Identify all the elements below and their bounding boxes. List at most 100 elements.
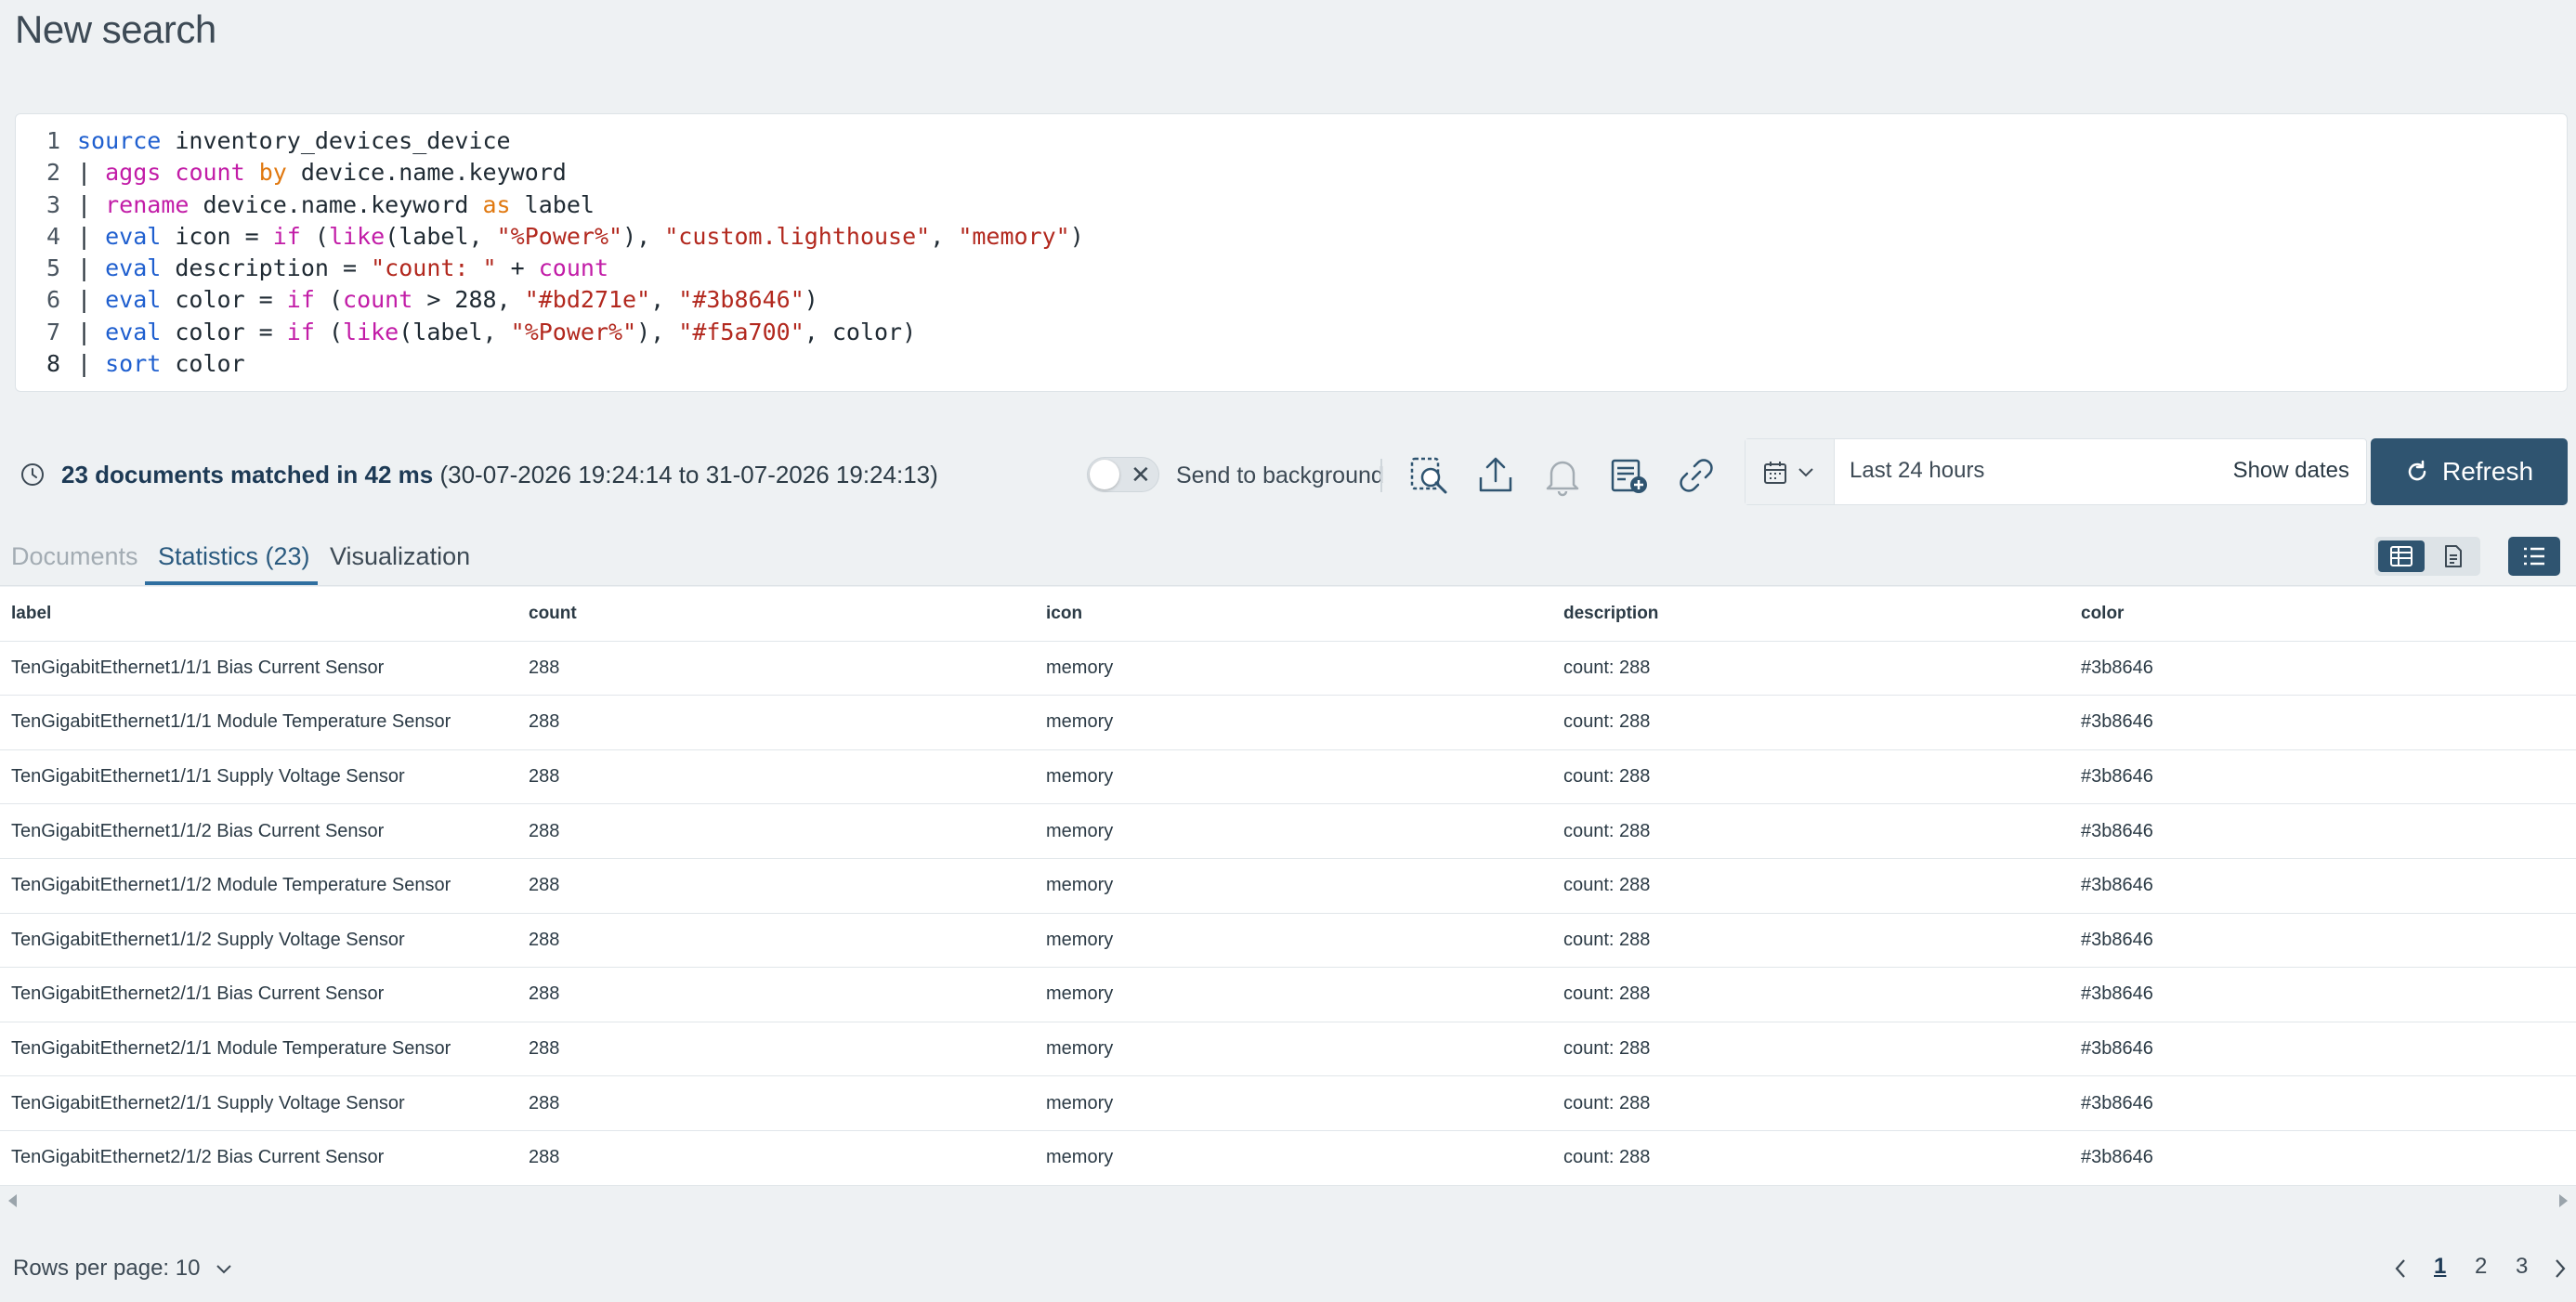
code-token: | — [77, 318, 106, 345]
table-row[interactable]: TenGigabitEthernet2/1/1 Supply Voltage S… — [0, 1076, 2576, 1131]
document-view-button[interactable] — [2430, 540, 2477, 572]
code-line[interactable]: 4 | eval icon = if (like(label, "%Power%"… — [16, 221, 2567, 253]
cell-icon: memory — [1046, 983, 1114, 1005]
cell-description: count: 288 — [1563, 766, 1651, 788]
show-dates-link[interactable]: Show dates — [2233, 458, 2349, 484]
code-token: > 288, — [412, 286, 525, 314]
date-picker[interactable]: Last 24 hours Show dates — [1745, 438, 2367, 505]
toggle-knob — [1090, 460, 1119, 489]
code-token: | — [77, 222, 106, 250]
code-token: ( — [314, 318, 344, 345]
column-header-count[interactable]: count — [517, 604, 1035, 624]
table-row[interactable]: TenGigabitEthernet1/1/2 Bias Current Sen… — [0, 804, 2576, 859]
table-row[interactable]: TenGigabitEthernet2/1/2 Bias Current Sen… — [0, 1131, 2576, 1186]
cell-icon: memory — [1046, 766, 1114, 788]
code-line[interactable]: 3 | rename device.name.keyword as label — [16, 189, 2567, 221]
code-token: if — [272, 222, 301, 250]
code-token: ( — [300, 222, 329, 250]
cell-color: #3b8646 — [2081, 657, 2153, 678]
calendar-dropdown[interactable] — [1746, 439, 1835, 504]
send-to-background-label: Send to background — [1176, 462, 1384, 488]
table-row[interactable]: TenGigabitEthernet1/1/1 Bias Current Sen… — [0, 642, 2576, 697]
code-token: color = — [161, 286, 287, 314]
horizontal-scrollbar[interactable] — [0, 1189, 2576, 1215]
rows-per-page-selector[interactable]: Rows per page: 10 — [13, 1256, 232, 1282]
cell-icon: memory — [1046, 657, 1114, 678]
table-row[interactable]: TenGigabitEthernet1/1/2 Supply Voltage S… — [0, 914, 2576, 969]
cell-count: 288 — [529, 657, 560, 678]
code-token: by — [258, 159, 287, 187]
table-row[interactable]: TenGigabitEthernet1/1/2 Module Temperatu… — [0, 859, 2576, 914]
table-row[interactable]: TenGigabitEthernet2/1/1 Module Temperatu… — [0, 1022, 2576, 1077]
code-token: rename — [105, 190, 190, 218]
bell-icon[interactable] — [1540, 453, 1585, 498]
page-1[interactable]: 1 — [2434, 1254, 2446, 1280]
code-token: | — [77, 254, 106, 282]
code-text: | sort color — [77, 348, 245, 380]
cell-description: count: 288 — [1563, 1092, 1651, 1113]
cell-description: count: 288 — [1563, 875, 1651, 896]
page-3[interactable]: 3 — [2516, 1254, 2528, 1280]
link-icon[interactable] — [1674, 453, 1719, 498]
page-2[interactable]: 2 — [2475, 1254, 2487, 1280]
code-token: as — [482, 190, 511, 218]
code-token: "memory" — [958, 222, 1070, 250]
code-token: count — [343, 286, 413, 314]
date-range-label[interactable]: Last 24 hours — [1850, 458, 1984, 484]
table-view-icon — [2390, 546, 2413, 566]
code-line[interactable]: 6 | eval color = if (count > 288, "#bd271… — [16, 284, 2567, 316]
code-line[interactable]: 2 | aggs count by device.name.keyword — [16, 157, 2567, 189]
cell-description: count: 288 — [1563, 711, 1651, 733]
cell-count: 288 — [529, 766, 560, 788]
cell-count: 288 — [529, 929, 560, 950]
code-text: | eval color = if (like(label, "%Power%"… — [77, 317, 916, 348]
chevron-left-icon[interactable] — [2393, 1257, 2408, 1280]
code-line[interactable]: 5 | eval description = "count: " + count — [16, 253, 2567, 284]
scroll-right-icon[interactable] — [2557, 1192, 2570, 1209]
inspect-icon[interactable] — [1406, 453, 1451, 498]
code-token: | — [77, 350, 106, 378]
code-line[interactable]: 7 | eval color = if (like(label, "%Power%… — [16, 317, 2567, 348]
cell-count: 288 — [529, 1038, 560, 1060]
code-token: inventory_devices_device — [161, 127, 511, 154]
table-row[interactable]: TenGigabitEthernet1/1/1 Supply Voltage S… — [0, 750, 2576, 805]
cell-color: #3b8646 — [2081, 1147, 2153, 1168]
refresh-button[interactable]: Refresh — [2371, 438, 2568, 505]
document-view-icon — [2445, 545, 2462, 567]
tab-documents[interactable]: Documents — [11, 542, 138, 571]
cell-label: TenGigabitEthernet2/1/1 Supply Voltage S… — [11, 1092, 405, 1113]
code-line[interactable]: 1 source inventory_devices_device — [16, 125, 2567, 157]
list-view-button[interactable] — [2508, 537, 2560, 576]
tab-visualization[interactable]: Visualization — [330, 542, 470, 571]
column-header-color[interactable]: color — [2070, 604, 2576, 624]
clock-icon — [21, 463, 44, 486]
code-token: "#f5a700" — [678, 318, 804, 345]
table-row[interactable]: TenGigabitEthernet1/1/1 Module Temperatu… — [0, 696, 2576, 750]
refresh-icon — [2408, 460, 2426, 481]
cell-label: TenGigabitEthernet1/1/2 Supply Voltage S… — [11, 929, 405, 950]
code-token: eval — [105, 286, 162, 314]
share-icon[interactable] — [1473, 453, 1518, 498]
code-token: "%Power%" — [496, 222, 623, 250]
query-editor[interactable]: 1 source inventory_devices_device 2 | aggs … — [15, 113, 2568, 392]
send-to-background-toggle[interactable]: ✕ — [1087, 457, 1159, 492]
page-title: New search — [15, 7, 216, 51]
code-token: ), — [622, 222, 665, 250]
column-header-icon[interactable]: icon — [1035, 604, 1552, 624]
column-header-description[interactable]: description — [1552, 604, 2070, 624]
code-line[interactable]: 8 | sort color — [16, 348, 2567, 380]
tab-statistics[interactable]: Statistics (23) — [158, 542, 310, 571]
column-header-label[interactable]: label — [0, 604, 517, 624]
cell-description: count: 288 — [1563, 820, 1651, 841]
code-text: | aggs count by device.name.keyword — [77, 157, 567, 189]
add-report-icon[interactable] — [1607, 453, 1652, 498]
table-row[interactable]: TenGigabitEthernet2/1/1 Bias Current Sen… — [0, 968, 2576, 1022]
status-summary: 23 documents matched in 42 ms (30-07-202… — [61, 461, 938, 489]
table-view-button[interactable] — [2378, 540, 2425, 572]
view-mode-toggle — [2374, 537, 2480, 576]
table-header: label count icon description color — [0, 587, 2576, 642]
chevron-right-icon[interactable] — [2553, 1257, 2568, 1280]
scroll-left-icon[interactable] — [6, 1192, 19, 1209]
